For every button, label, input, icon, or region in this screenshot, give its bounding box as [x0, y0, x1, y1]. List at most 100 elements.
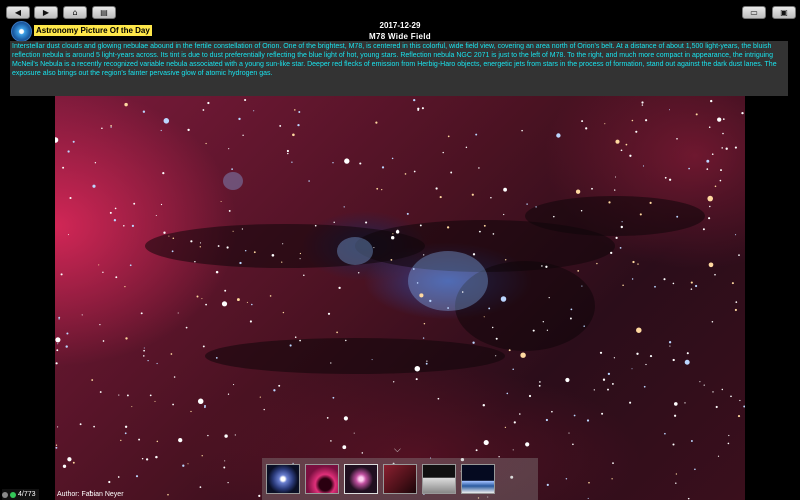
- star: [124, 432, 127, 435]
- star: [333, 221, 335, 224]
- star: [406, 212, 409, 215]
- star: [475, 133, 478, 136]
- star: [135, 475, 139, 478]
- star: [495, 337, 498, 340]
- thumbnail-red-nebula[interactable]: [383, 464, 417, 494]
- star: [170, 353, 173, 355]
- star: [583, 325, 585, 327]
- star: [123, 224, 125, 227]
- star: [142, 110, 146, 113]
- star: [472, 341, 475, 344]
- home-button[interactable]: ⌂: [63, 6, 87, 19]
- star: [447, 307, 450, 309]
- slideshow-button[interactable]: ▭: [742, 6, 766, 19]
- thumbnail-lunar-surface[interactable]: [422, 464, 456, 494]
- forward-button[interactable]: ▶: [34, 6, 58, 19]
- thumbnail-earth-horizon[interactable]: [461, 464, 495, 494]
- star: [711, 321, 714, 323]
- star: [292, 133, 295, 137]
- expand-thumbnails-icon[interactable]: ⌵: [394, 445, 401, 455]
- star: [641, 101, 644, 104]
- star: [149, 394, 152, 397]
- star: [695, 113, 698, 116]
- thumbnail-spiral-galaxy[interactable]: [266, 464, 300, 494]
- star: [641, 104, 644, 106]
- star: [326, 417, 329, 419]
- star: [613, 357, 616, 359]
- star: [565, 478, 568, 480]
- star: [143, 355, 145, 357]
- star: [706, 168, 709, 170]
- star: [299, 258, 301, 260]
- star: [227, 393, 230, 395]
- star: [373, 247, 375, 249]
- star: [577, 270, 580, 272]
- star: [447, 135, 450, 138]
- star: [643, 385, 646, 388]
- reflection-nebula: [337, 237, 373, 265]
- star: [573, 414, 576, 417]
- star: [429, 299, 432, 303]
- star: [684, 359, 690, 365]
- star: [710, 99, 713, 103]
- thumbnail-horsehead-nebula[interactable]: [305, 464, 339, 494]
- star: [228, 148, 230, 150]
- astronomy-picture[interactable]: [55, 96, 745, 500]
- star: [332, 162, 334, 164]
- star: [110, 126, 112, 128]
- star: [587, 497, 589, 499]
- star: [167, 493, 169, 496]
- star: [250, 303, 253, 306]
- star: [722, 132, 724, 135]
- star: [446, 226, 450, 229]
- star: [629, 401, 632, 404]
- star: [143, 349, 145, 352]
- star: [722, 118, 725, 120]
- star: [672, 358, 675, 362]
- star: [520, 352, 526, 358]
- star: [359, 162, 362, 165]
- star: [612, 462, 614, 464]
- calendar-icon: ▤: [100, 7, 108, 17]
- star: [163, 118, 170, 124]
- star: [676, 138, 678, 140]
- star: [575, 189, 581, 194]
- star: [207, 101, 210, 105]
- star: [109, 211, 112, 214]
- star: [495, 355, 497, 357]
- star: [190, 240, 193, 243]
- star: [719, 179, 722, 182]
- star: [202, 109, 205, 111]
- star: [199, 246, 201, 248]
- star: [239, 261, 242, 265]
- star: [632, 260, 635, 264]
- star: [422, 337, 425, 339]
- save-button[interactable]: ▣: [772, 6, 796, 19]
- star: [124, 285, 126, 288]
- star: [67, 234, 69, 236]
- star: [155, 214, 157, 217]
- picture-counter: 4/773: [18, 491, 36, 498]
- star: [551, 410, 553, 413]
- star: [503, 187, 507, 192]
- star: [668, 178, 672, 181]
- calendar-button[interactable]: ▤: [92, 6, 116, 19]
- star: [199, 486, 202, 488]
- star: [55, 362, 58, 365]
- star: [279, 124, 282, 127]
- star: [145, 458, 149, 461]
- star: [645, 363, 647, 366]
- reflection-nebula: [408, 251, 488, 311]
- star: [160, 129, 162, 132]
- star: [215, 270, 219, 274]
- star: [375, 121, 378, 124]
- star: [601, 412, 604, 415]
- star: [585, 127, 588, 130]
- back-button[interactable]: ◀: [6, 6, 30, 19]
- star: [217, 245, 220, 247]
- star: [102, 271, 104, 274]
- star: [503, 213, 505, 216]
- thumbnail-starburst[interactable]: [344, 464, 378, 494]
- star: [649, 355, 653, 358]
- thumbnail-strip[interactable]: [262, 458, 538, 500]
